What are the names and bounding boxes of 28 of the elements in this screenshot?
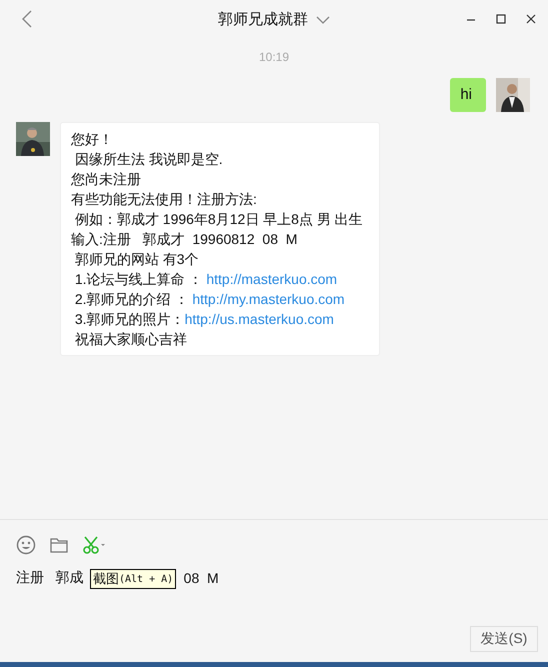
message-text: 您尚未注册 (71, 171, 141, 187)
message-text: 郭师兄的网站 有3个 (74, 251, 199, 267)
link[interactable]: http://masterkuo.com (206, 271, 338, 287)
link[interactable]: http://us.masterkuo.com (184, 311, 334, 327)
message-text: 因缘所生法 我说即是空. (74, 151, 223, 167)
folder-icon[interactable] (50, 537, 68, 553)
message-time: 10:19 (258, 50, 290, 64)
input-text[interactable]: 08 M (184, 570, 219, 586)
link[interactable]: http://my.masterkuo.com (192, 291, 345, 307)
tooltip: 截图(Alt + A) (90, 569, 176, 589)
scissors-icon[interactable] (82, 536, 106, 554)
send-button[interactable]: 发送(S) (470, 626, 538, 652)
message-text: 2.郭师兄的介绍 ： (74, 291, 190, 307)
input-text[interactable]: 注册 郭成 (16, 569, 84, 587)
message-text: 1.论坛与线上算命 ： (74, 271, 204, 287)
maximize-icon[interactable] (496, 14, 506, 24)
window-title: 郭师兄成就群 (218, 10, 308, 29)
close-icon[interactable] (526, 14, 536, 24)
message-text: 3.郭师兄的照片： (74, 311, 185, 327)
message-text: hi (460, 86, 472, 103)
emoji-icon[interactable] (16, 535, 36, 555)
back-icon[interactable] (22, 10, 32, 28)
chevron-down-icon[interactable] (316, 16, 330, 24)
message-text: 您好！ (71, 131, 113, 147)
message-text: 有些功能无法使用！注册方法: (71, 191, 257, 207)
message-text: 祝福大家顺心吉祥 (74, 331, 187, 347)
message-text: 输入:注册 郭成才 19960812 08 M (71, 231, 298, 247)
message-text: 例如：郭成才 1996年8月12日 早上8点 男 出生 (74, 211, 363, 227)
